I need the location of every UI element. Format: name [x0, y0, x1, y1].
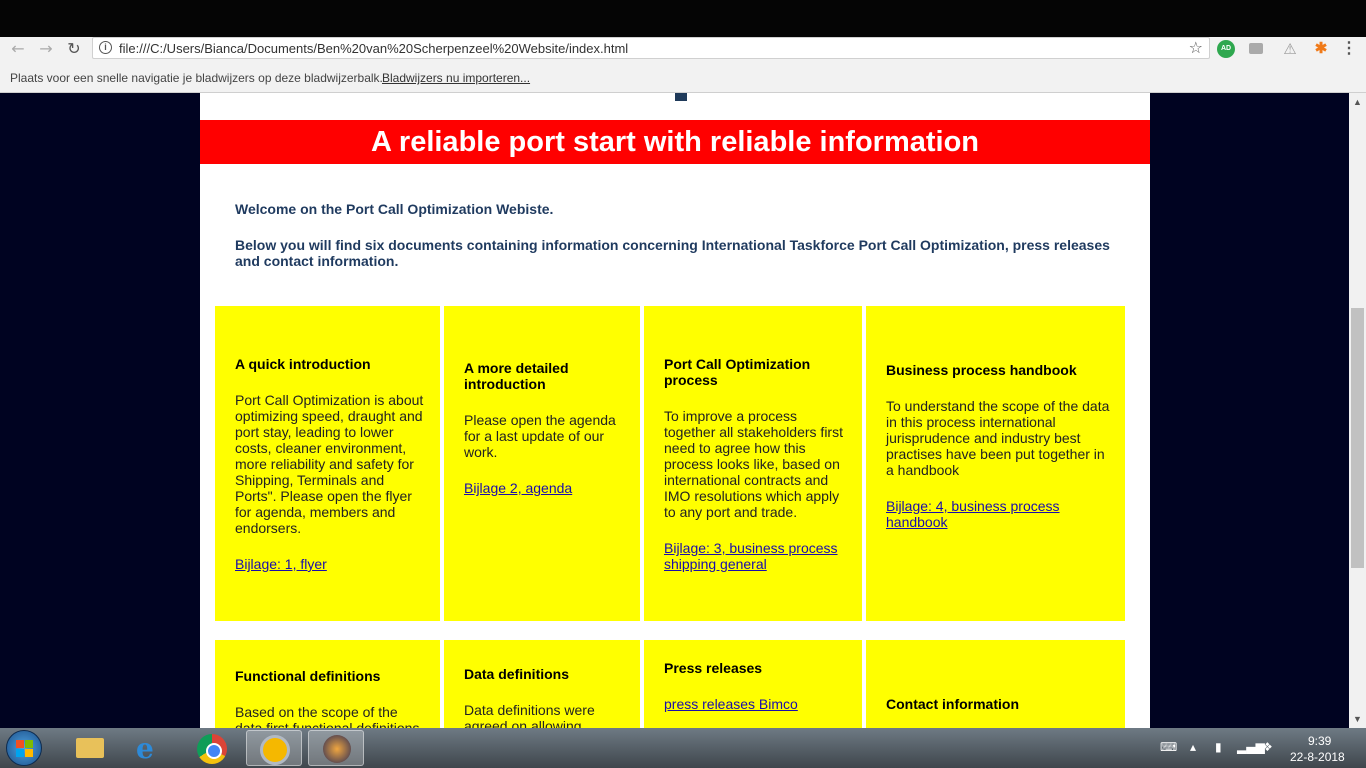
intro-welcome: Welcome on the Port Call Optimization We…: [235, 201, 554, 217]
business-process-shipping-link[interactable]: Bijlage: 3, business process shipping ge…: [664, 540, 844, 572]
card-text: Data definitions were agreed on allowing: [464, 702, 595, 728]
keyboard-icon[interactable]: ⌨: [1160, 740, 1177, 754]
clock-time[interactable]: 9:39: [1308, 734, 1331, 748]
chrome-icon: [197, 734, 227, 764]
taskbar-media-app[interactable]: [308, 730, 364, 766]
bookmark-star-icon[interactable]: ☆: [1189, 38, 1203, 57]
bookmark-bar: Plaats voor een snelle navigatie je blad…: [0, 62, 1366, 93]
card-title: A quick introduction: [235, 356, 371, 372]
start-button[interactable]: [6, 730, 42, 766]
card-press-releases: Press releases press releases Bimco: [644, 640, 862, 728]
extension-ad-icon[interactable]: AD: [1217, 40, 1235, 58]
signal-icon[interactable]: ▂▄▆: [1237, 740, 1265, 754]
internet-explorer-icon: e: [136, 732, 154, 765]
taskbar-file-explorer[interactable]: [62, 730, 118, 766]
card-pco-process: Port Call Optimization process To improv…: [644, 306, 862, 621]
card-text: Port Call Optimization is about optimizi…: [235, 392, 424, 536]
bookmark-bar-text: Plaats voor een snelle navigatie je blad…: [10, 71, 383, 85]
intro-description: Below you will find six documents contai…: [235, 237, 1110, 269]
address-bar[interactable]: i file:///C:/Users/Bianca/Documents/Ben%…: [92, 37, 1210, 59]
card-contact-information: Contact information: [866, 640, 1125, 728]
windows-taskbar: e ⌨ ▴ ▮ ▂▄▆ ❖ 9:39 22-8-2018: [0, 728, 1366, 768]
page-viewport: A reliable port start with reliable info…: [0, 93, 1349, 728]
info-icon[interactable]: i: [99, 41, 112, 54]
card-business-process-handbook: Business process handbook To understand …: [866, 306, 1125, 621]
scroll-up-icon[interactable]: ▲: [1353, 97, 1362, 107]
agenda-link[interactable]: Bijlage 2, agenda: [464, 480, 624, 496]
card-title: Data definitions: [464, 666, 570, 682]
card-title: Port Call Optimization process: [664, 356, 811, 388]
browser-toolbar: ← → ↻ i file:///C:/Users/Bianca/Document…: [0, 37, 1366, 62]
flyer-link[interactable]: Bijlage: 1, flyer: [235, 556, 425, 572]
video-camera-icon[interactable]: [1249, 43, 1263, 54]
card-title: Functional definitions: [235, 668, 381, 684]
address-url[interactable]: file:///C:/Users/Bianca/Documents/Ben%20…: [119, 41, 628, 56]
browser-title-bar: [0, 0, 1366, 37]
dropbox-icon[interactable]: ❖: [1262, 740, 1273, 754]
card-quick-introduction: A quick introduction Port Call Optimizat…: [215, 306, 440, 621]
card-text: To improve a process together all stakeh…: [664, 408, 843, 520]
forward-arrow-icon[interactable]: →: [36, 39, 56, 59]
card-title: Business process handbook: [886, 362, 1077, 378]
menu-dots-icon[interactable]: ⋮: [1340, 40, 1358, 58]
card-functional-definitions: Functional definitions Based on the scop…: [215, 640, 440, 728]
card-text: To understand the scope of the data in t…: [886, 398, 1110, 478]
page-content: A reliable port start with reliable info…: [200, 93, 1150, 728]
back-arrow-icon[interactable]: ←: [8, 39, 28, 59]
clock-date[interactable]: 22-8-2018: [1290, 750, 1345, 764]
scroll-thumb[interactable]: [1351, 308, 1364, 568]
reload-icon[interactable]: ↻: [64, 39, 84, 59]
card-detailed-introduction: A more detailed introduction Please open…: [444, 306, 640, 621]
avast-icon[interactable]: ✱: [1312, 40, 1330, 58]
vertical-scrollbar[interactable]: ▲ ▼: [1349, 93, 1366, 728]
card-title: Press releases: [664, 660, 763, 676]
page-banner: A reliable port start with reliable info…: [200, 120, 1150, 164]
card-text: Based on the scope of the data first fun…: [235, 704, 420, 728]
card-text: Please open the agenda for a last update…: [464, 412, 616, 460]
press-releases-bimco-link[interactable]: press releases Bimco: [664, 696, 844, 712]
business-process-handbook-link[interactable]: Bijlage: 4, business process handbook: [886, 498, 1111, 530]
card-title: A more detailed introduction: [464, 360, 569, 392]
card-title: Contact information: [886, 696, 1019, 712]
key-icon: [260, 735, 290, 765]
import-bookmarks-link[interactable]: Bladwijzers nu importeren...: [382, 71, 530, 85]
logo-fragment: [675, 93, 687, 101]
taskbar-chrome[interactable]: [184, 730, 240, 766]
warning-icon[interactable]: ⚠: [1281, 40, 1299, 58]
card-data-definitions: Data definitions Data definitions were a…: [444, 640, 640, 728]
battery-icon[interactable]: ▮: [1215, 740, 1222, 754]
taskbar-key-manager[interactable]: [246, 730, 302, 766]
media-app-icon: [323, 735, 351, 763]
scroll-down-icon[interactable]: ▼: [1353, 714, 1362, 724]
system-tray: ⌨ ▴ ▮ ▂▄▆ ❖ 9:39 22-8-2018: [1155, 728, 1366, 768]
show-hidden-icons[interactable]: ▴: [1190, 740, 1196, 754]
folder-icon: [76, 738, 104, 758]
taskbar-internet-explorer[interactable]: e: [122, 730, 178, 766]
